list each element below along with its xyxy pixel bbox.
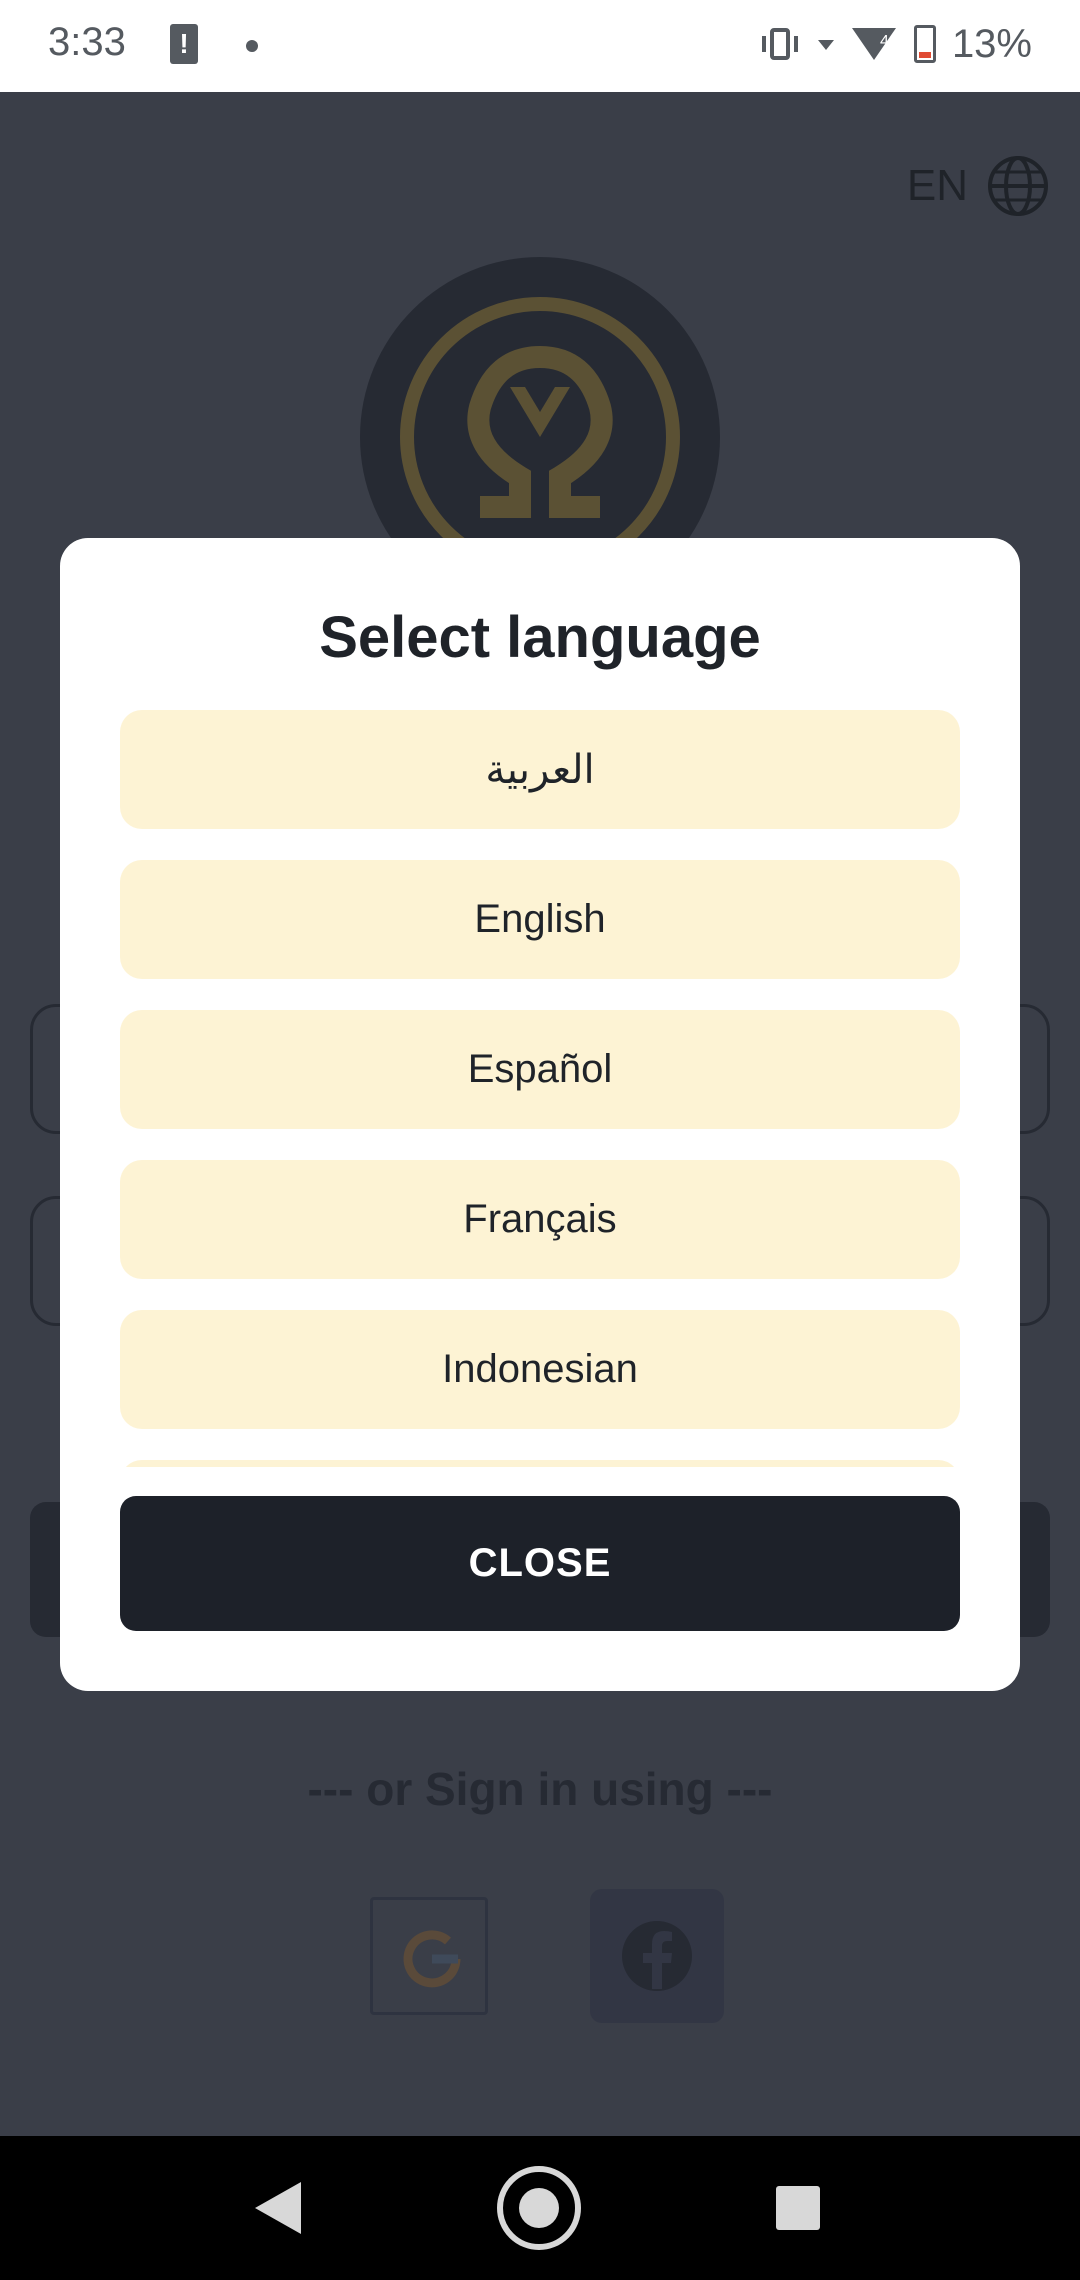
notification-dot-icon (246, 40, 258, 52)
status-time: 3:33 (48, 20, 126, 64)
dialog-title: Select language (319, 605, 761, 670)
svg-text:4: 4 (880, 33, 889, 50)
status-bar: 3:33 ! 4 13% (0, 0, 1080, 92)
omega-logo-icon (467, 345, 613, 518)
battery-percent: 13% (951, 21, 1032, 66)
language-option-spanish[interactable]: Español (120, 1010, 960, 1129)
navigation-bar (0, 2136, 1080, 2280)
vibrate-icon (761, 28, 798, 60)
globe-icon (988, 156, 1048, 216)
back-icon[interactable] (255, 2182, 301, 2234)
language-option-english[interactable]: English (120, 860, 960, 979)
language-code: EN (906, 161, 968, 210)
home-icon[interactable] (497, 2166, 581, 2250)
google-sign-in-button[interactable] (370, 1897, 488, 2015)
recent-apps-icon[interactable] (776, 2186, 820, 2230)
battery-icon (913, 25, 936, 63)
language-list[interactable]: العربية English Español Français Indones… (120, 710, 960, 1467)
signal-icon: 4 (851, 28, 896, 60)
data-down-icon (817, 40, 834, 50)
language-option-french[interactable]: Français (120, 1160, 960, 1279)
language-option-indonesian[interactable]: Indonesian (120, 1310, 960, 1429)
language-option-partial[interactable] (120, 1460, 960, 1467)
language-switcher[interactable]: EN (907, 154, 1050, 218)
language-option-arabic[interactable]: العربية (120, 710, 960, 829)
select-language-dialog: Select language العربية English Español … (60, 538, 1020, 1691)
close-button[interactable]: CLOSE (120, 1496, 960, 1631)
google-icon (403, 1930, 461, 1988)
facebook-sign-in-button[interactable] (590, 1889, 724, 2023)
facebook-icon (622, 1921, 692, 1991)
alert-icon: ! (170, 24, 198, 64)
sign-in-using-label: --- or Sign in using --- (307, 1763, 773, 1815)
status-icons: 4 13% (758, 20, 1032, 68)
